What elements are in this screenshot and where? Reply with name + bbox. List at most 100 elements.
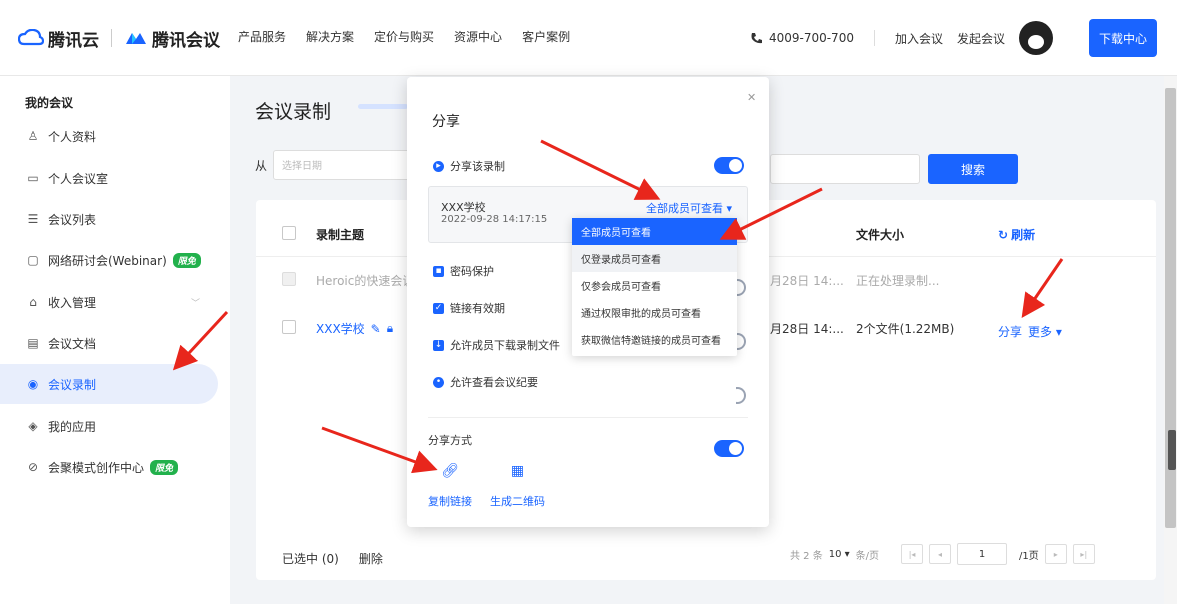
sidebar-item-income[interactable]: ⌂ 收入管理 ﹀ bbox=[0, 282, 218, 322]
caret-down-icon: ▾ bbox=[1055, 325, 1062, 339]
title-tab-indicator bbox=[358, 104, 408, 109]
share-link[interactable]: 分享 bbox=[998, 323, 1022, 340]
sidebar-item-profile[interactable]: ♙ 个人资料 bbox=[0, 116, 218, 156]
refresh-label: 刷新 bbox=[1011, 228, 1036, 242]
edit-icon[interactable]: ✎ bbox=[371, 322, 381, 336]
option-participants[interactable]: 仅参会成员可查看 bbox=[572, 272, 737, 299]
row-topic[interactable]: XXX学校 ✎ 🔒︎ bbox=[316, 320, 393, 337]
summary-label: 允许查看会议纪要 bbox=[450, 376, 538, 389]
search-button[interactable]: 搜索 bbox=[928, 154, 1018, 184]
sidebar-item-label: 网络研讨会(Webinar) bbox=[48, 253, 167, 268]
sidebar-item-webinar[interactable]: ▢ 网络研讨会(Webinar) 限免 bbox=[0, 240, 218, 280]
dialog-title: 分享 bbox=[432, 114, 460, 130]
option-all-members[interactable]: 全部成员可查看 bbox=[572, 218, 737, 245]
password-toggle[interactable] bbox=[731, 279, 746, 296]
start-meeting-link[interactable]: 发起会议 bbox=[957, 30, 1005, 47]
row-checkbox[interactable] bbox=[282, 320, 296, 334]
keyword-input[interactable] bbox=[770, 154, 920, 184]
doc-icon: ▤ bbox=[27, 336, 39, 350]
list-icon: ☰ bbox=[27, 212, 39, 226]
page-total: /1页 bbox=[1019, 550, 1039, 562]
nav-pricing[interactable]: 定价与购买 bbox=[374, 28, 434, 45]
password-label: 密码保护 bbox=[450, 265, 494, 278]
more-label: 更多 bbox=[1028, 325, 1053, 339]
next-page-button[interactable]: ▸ bbox=[1044, 544, 1067, 564]
table-footer-left: 已选中 (0) 删除 bbox=[282, 550, 383, 567]
sidebar-item-meeting-list[interactable]: ☰ 会议列表 bbox=[0, 199, 218, 239]
row-topic-label: XXX学校 bbox=[316, 322, 365, 336]
row-topic[interactable]: Heroic的快速会议 bbox=[316, 272, 414, 289]
top-nav: 产品服务 解决方案 定价与购买 资源中心 客户案例 bbox=[238, 28, 570, 45]
row-size: 2个文件(1.22MB) bbox=[856, 322, 955, 336]
download-icon: ↓ bbox=[433, 339, 444, 351]
share-recording-row: ▸ 分享该录制 bbox=[433, 158, 505, 174]
option-approved[interactable]: 通过权限审批的成员可查看 bbox=[572, 299, 737, 326]
free-badge: 限免 bbox=[150, 459, 179, 475]
caret-down-icon: ▾ bbox=[726, 202, 733, 215]
nav-resources[interactable]: 资源中心 bbox=[454, 28, 502, 45]
select-all-checkbox[interactable] bbox=[282, 226, 296, 240]
first-page-button[interactable]: |◂ bbox=[901, 544, 924, 564]
prev-page-button[interactable]: ◂ bbox=[929, 544, 952, 564]
phone-number: 4009-700-700 bbox=[768, 31, 854, 45]
play-icon: ▸ bbox=[433, 160, 444, 172]
row-time: 月28日 14:... bbox=[770, 322, 844, 336]
sidebar-item-recording[interactable]: ◉ 会议录制 bbox=[0, 364, 218, 404]
eye-icon: • bbox=[433, 376, 444, 388]
column-topic: 录制主题 bbox=[316, 228, 365, 242]
page-size-select[interactable]: 10 ▾ bbox=[829, 549, 850, 560]
total-count: 共 2 条 bbox=[790, 550, 823, 562]
row-actions: 分享 更多 ▾ bbox=[998, 323, 1062, 340]
sidebar-item-label: 会聚模式创作中心 bbox=[48, 460, 145, 475]
page-input[interactable]: 1 bbox=[957, 543, 1008, 565]
sidebar-item-label: 我的应用 bbox=[48, 419, 97, 434]
sidebar-item-label: 个人资料 bbox=[48, 129, 97, 144]
sidebar-title: 我的会议 bbox=[25, 96, 74, 110]
box-meeting-name: XXX学校 bbox=[441, 201, 486, 214]
record-icon: ◉ bbox=[27, 377, 39, 391]
sidebar-item-label: 会议录制 bbox=[48, 377, 97, 392]
row-checkbox[interactable] bbox=[282, 272, 296, 286]
nav-products[interactable]: 产品服务 bbox=[238, 28, 286, 45]
calendar-icon: ✓ bbox=[433, 302, 444, 314]
more-link[interactable]: 更多 ▾ bbox=[1028, 323, 1062, 340]
last-page-button[interactable]: ▸| bbox=[1072, 544, 1095, 564]
scrollbar-grip[interactable] bbox=[1168, 430, 1176, 470]
permission-value: 全部成员可查看 bbox=[646, 202, 723, 215]
qr-code-icon: ▦ bbox=[510, 463, 525, 479]
logo-group[interactable]: 腾讯云 腾讯会议 bbox=[18, 22, 220, 54]
phone-contact: 4009-700-700 bbox=[750, 31, 854, 45]
app-icon: ◈ bbox=[28, 419, 38, 433]
sidebar-item-apps[interactable]: ◈ 我的应用 bbox=[0, 406, 218, 446]
option-wechat-invite[interactable]: 获取微信特邀链接的成员可查看 bbox=[572, 326, 737, 353]
column-size: 文件大小 bbox=[856, 228, 905, 242]
qr-code-label: 生成二维码 bbox=[490, 495, 545, 508]
summary-toggle[interactable] bbox=[714, 440, 744, 457]
download-toggle[interactable] bbox=[731, 387, 746, 404]
sidebar-item-personal-room[interactable]: ▭ 个人会议室 bbox=[0, 158, 218, 198]
refresh-button[interactable]: ↻ 刷新 bbox=[998, 226, 1035, 243]
sidebar-item-studio[interactable]: ⊘ 会聚模式创作中心 限免 bbox=[0, 447, 218, 487]
password-row: ▪ 密码保护 bbox=[433, 263, 494, 279]
sidebar-item-documents[interactable]: ▤ 会议文档 bbox=[0, 323, 218, 363]
join-meeting-link[interactable]: 加入会议 bbox=[895, 30, 943, 47]
dialog-divider bbox=[428, 417, 748, 418]
nav-solutions[interactable]: 解决方案 bbox=[306, 28, 354, 45]
qr-code-option[interactable]: ▦ 生成二维码 bbox=[490, 457, 545, 509]
nav-cases[interactable]: 客户案例 bbox=[522, 28, 570, 45]
validity-row: ✓ 链接有效期 bbox=[433, 300, 505, 316]
brand-tencent-meeting: 腾讯会议 bbox=[152, 30, 220, 51]
permission-select[interactable]: 全部成员可查看 ▾ bbox=[646, 200, 732, 216]
option-logged-in[interactable]: 仅登录成员可查看 bbox=[572, 245, 737, 272]
validity-toggle[interactable] bbox=[731, 333, 746, 350]
share-method-title: 分享方式 bbox=[428, 434, 472, 447]
user-avatar[interactable] bbox=[1019, 21, 1053, 55]
refresh-icon: ↻ bbox=[998, 227, 1009, 242]
copy-link-option[interactable]: 🔗︎ 复制链接 bbox=[428, 457, 472, 509]
webinar-icon: ▢ bbox=[27, 253, 39, 267]
share-recording-toggle[interactable] bbox=[714, 157, 744, 174]
delete-button[interactable]: 删除 bbox=[359, 550, 383, 567]
lock-icon: ▪ bbox=[433, 265, 444, 277]
close-icon[interactable]: ✕ bbox=[747, 91, 756, 104]
download-center-button[interactable]: 下载中心 bbox=[1089, 19, 1157, 57]
